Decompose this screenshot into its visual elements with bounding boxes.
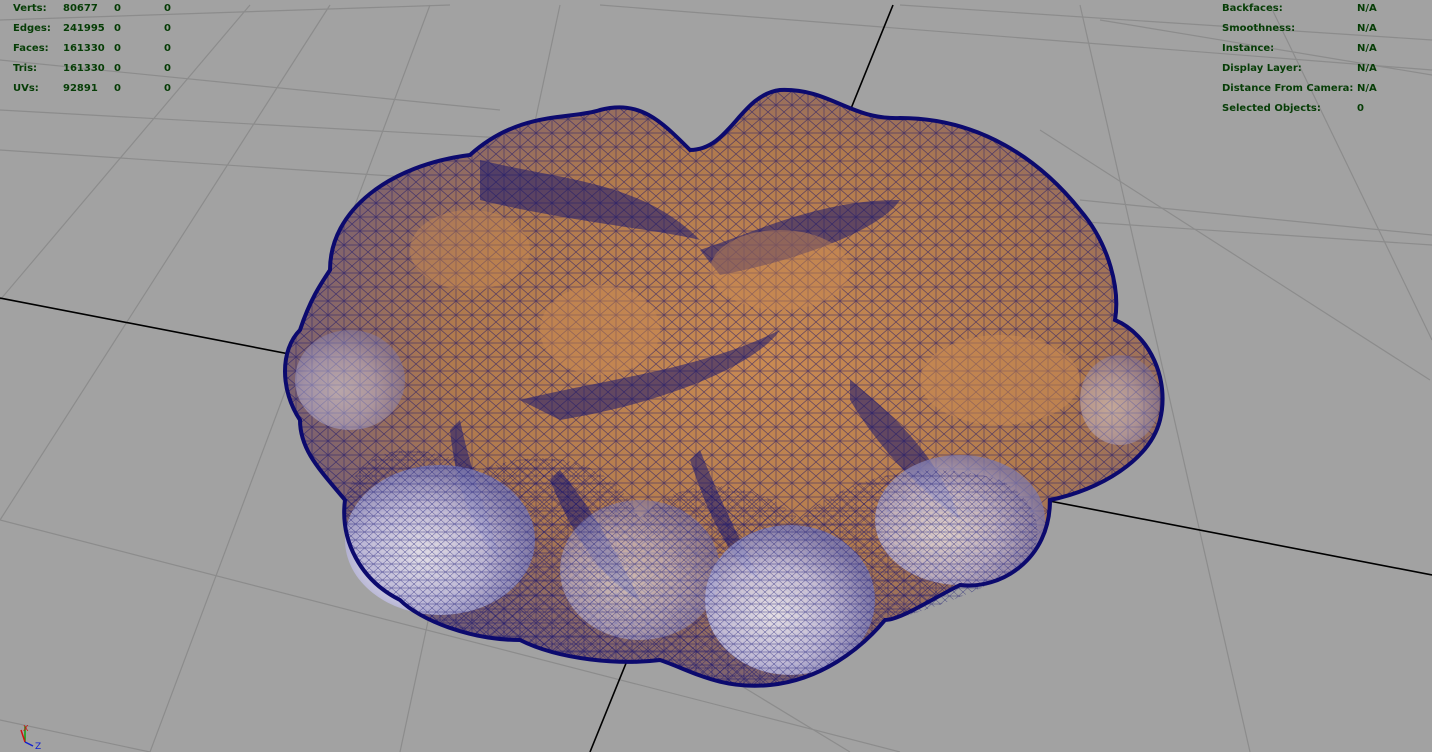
hud-value: 0	[114, 63, 121, 74]
hud-value: N/A	[1357, 43, 1377, 54]
axis-gizmo-x-label: X	[23, 724, 29, 733]
hud-value: 161330	[63, 63, 105, 74]
axis-gizmo-z-label: Z	[35, 742, 41, 750]
hud-value: 161330	[63, 43, 105, 54]
grid-line	[599, 4, 1432, 71]
hud-label: Backfaces:	[1222, 3, 1283, 14]
hud-label: Faces:	[13, 43, 49, 54]
hud-label: Selected Objects:	[1222, 103, 1321, 114]
hud-value: 0	[1357, 103, 1364, 114]
hud-label: Tris:	[13, 63, 38, 74]
hud-value: 0	[114, 43, 121, 54]
grid-line	[1269, 4, 1432, 341]
hud-label: Verts:	[13, 3, 47, 14]
hud-value: N/A	[1357, 23, 1377, 34]
hud-label: UVs:	[13, 83, 39, 94]
hud-value: 0	[164, 83, 171, 94]
hud-label: Display Layer:	[1222, 63, 1302, 74]
3d-viewport[interactable]: Verts: 80677 0 0 Edges: 241995 0 0 Faces…	[0, 0, 1432, 752]
hud-value: N/A	[1357, 63, 1377, 74]
hud-label: Smoothness:	[1222, 23, 1296, 34]
hud-value: N/A	[1357, 3, 1377, 14]
hud-label: Instance:	[1222, 43, 1275, 54]
rock-mesh[interactable]	[283, 87, 1165, 688]
viewport-scene[interactable]	[0, 0, 1432, 752]
hud-value: 0	[164, 63, 171, 74]
hud-value: 0	[114, 23, 121, 34]
hud-value: 80677	[63, 3, 98, 14]
hud-value: 0	[114, 3, 121, 14]
axis-gizmo-z-line	[24, 741, 34, 747]
hud-value: 241995	[63, 23, 105, 34]
hud-label: Distance From Camera:	[1222, 83, 1354, 94]
hud-value: 0	[164, 23, 171, 34]
hud-value: 92891	[63, 83, 98, 94]
view-axis-gizmo: X Z	[20, 724, 41, 750]
hud-value: 0	[164, 3, 171, 14]
hud-value: 0	[114, 83, 121, 94]
hud-value: N/A	[1357, 83, 1377, 94]
hud-value: 0	[164, 43, 171, 54]
hud-label: Edges:	[13, 23, 51, 34]
